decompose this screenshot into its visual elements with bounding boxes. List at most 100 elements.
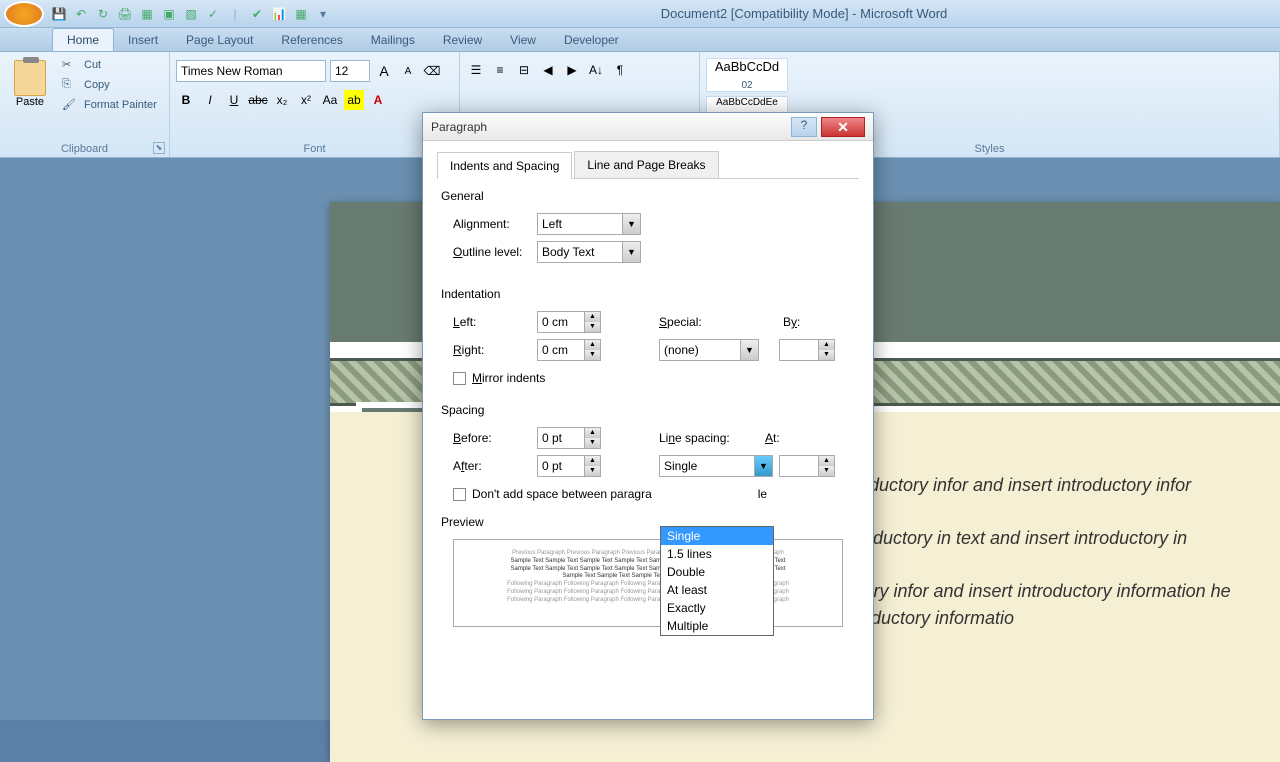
before-label: Before:: [453, 431, 537, 445]
subscript-button[interactable]: x₂: [272, 90, 292, 110]
tab-indents-spacing[interactable]: Indents and Spacing: [437, 152, 572, 179]
undo-icon[interactable]: ↶: [72, 5, 90, 23]
brush-icon: 🖌: [62, 98, 78, 112]
tab-review[interactable]: Review: [429, 29, 496, 51]
spin-down-icon: ▼: [818, 466, 834, 476]
dialog-titlebar[interactable]: Paragraph ? ✕: [423, 113, 873, 141]
expand-icon[interactable]: ⬊: [153, 142, 165, 154]
dialog-title: Paragraph: [431, 120, 791, 134]
preview-icon[interactable]: ▦: [138, 5, 156, 23]
indent-increase-icon[interactable]: ▶: [562, 60, 582, 80]
superscript-button[interactable]: x²: [296, 90, 316, 110]
redo-icon[interactable]: ↻: [94, 5, 112, 23]
chevron-down-icon: ▼: [622, 214, 640, 234]
dropdown-option[interactable]: Single: [661, 527, 773, 545]
tab-page-layout[interactable]: Page Layout: [172, 29, 267, 51]
shrink-font-icon[interactable]: A: [398, 61, 418, 81]
tab-mailings[interactable]: Mailings: [357, 29, 429, 51]
special-label: Special:: [659, 315, 721, 329]
save-icon[interactable]: 💾: [50, 5, 68, 23]
mirror-checkbox[interactable]: [453, 372, 466, 385]
mirror-label: Mirror indents: [472, 371, 545, 385]
paragraph-dialog: Paragraph ? ✕ Indents and Spacing Line a…: [422, 112, 874, 720]
chevron-down-icon: ▼: [622, 242, 640, 262]
cut-button[interactable]: ✂Cut: [58, 56, 161, 74]
sep: |: [226, 5, 244, 23]
qat-icon[interactable]: ▧: [182, 5, 200, 23]
copy-button[interactable]: ⎘Copy: [58, 76, 161, 94]
at-label: At:: [765, 431, 795, 445]
tab-insert[interactable]: Insert: [114, 29, 172, 51]
dropdown-option[interactable]: Exactly: [661, 599, 773, 617]
before-input[interactable]: 0 pt▲▼: [537, 427, 601, 449]
outline-select[interactable]: Body Text▼: [537, 241, 641, 263]
chevron-down-icon: ▼: [740, 340, 758, 360]
bold-button[interactable]: B: [176, 90, 196, 110]
by-input[interactable]: ▲▼: [779, 339, 835, 361]
dropdown-option[interactable]: Multiple: [661, 617, 773, 635]
grow-font-icon[interactable]: A: [374, 61, 394, 81]
strikethrough-button[interactable]: abc: [248, 90, 268, 110]
qat-icon[interactable]: ▣: [160, 5, 178, 23]
spin-up-icon: ▲: [584, 456, 600, 466]
font-size-select[interactable]: [330, 60, 370, 82]
section-general: General: [441, 189, 859, 203]
highlight-button[interactable]: ab: [344, 90, 364, 110]
paste-icon: [14, 60, 46, 96]
dropdown-option[interactable]: At least: [661, 581, 773, 599]
chart-icon[interactable]: 📊: [270, 5, 288, 23]
alignment-label: Alignment:: [453, 217, 537, 231]
italic-button[interactable]: I: [200, 90, 220, 110]
after-label: After:: [453, 459, 537, 473]
indent-decrease-icon[interactable]: ◀: [538, 60, 558, 80]
clear-format-icon[interactable]: ⌫: [422, 61, 442, 81]
font-family-select[interactable]: [176, 60, 326, 82]
chevron-down-icon: ▼: [754, 456, 772, 476]
quick-access-toolbar: 💾 ↶ ↻ 🖨 ▦ ▣ ▧ ✓ | ✔ 📊 ▦ ▾: [50, 5, 332, 23]
tab-references[interactable]: References: [267, 29, 356, 51]
right-indent-input[interactable]: 0 cm▲▼: [537, 339, 601, 361]
qat-more-icon[interactable]: ▾: [314, 5, 332, 23]
tab-home[interactable]: Home: [52, 28, 114, 51]
change-case-button[interactable]: Aa: [320, 90, 340, 110]
multilevel-icon[interactable]: ⊟: [514, 60, 534, 80]
underline-button[interactable]: U: [224, 90, 244, 110]
dropdown-option[interactable]: Double: [661, 563, 773, 581]
dropdown-option[interactable]: 1.5 lines: [661, 545, 773, 563]
line-spacing-select[interactable]: Single▼: [659, 455, 773, 477]
section-preview: Preview: [441, 515, 859, 529]
help-button[interactable]: ?: [791, 117, 817, 137]
section-indentation: Indentation: [441, 287, 859, 301]
numbering-icon[interactable]: ≡: [490, 60, 510, 80]
paste-button[interactable]: Paste: [6, 56, 54, 114]
format-painter-button[interactable]: 🖌Format Painter: [58, 96, 161, 114]
close-button[interactable]: ✕: [821, 117, 865, 137]
font-color-button[interactable]: A: [368, 90, 388, 110]
after-input[interactable]: 0 pt▲▼: [537, 455, 601, 477]
tab-developer[interactable]: Developer: [550, 29, 633, 51]
at-input[interactable]: ▲▼: [779, 455, 835, 477]
by-label: By:: [783, 315, 823, 329]
sort-icon[interactable]: A↓: [586, 60, 606, 80]
dont-add-checkbox[interactable]: [453, 488, 466, 501]
special-select[interactable]: (none)▼: [659, 339, 759, 361]
style-item[interactable]: AaBbCcDd02: [706, 58, 788, 92]
check-icon[interactable]: ✔: [248, 5, 266, 23]
print-icon[interactable]: 🖨: [116, 5, 134, 23]
tab-view[interactable]: View: [496, 29, 550, 51]
show-marks-icon[interactable]: ¶: [610, 60, 630, 80]
bullets-icon[interactable]: ☰: [466, 60, 486, 80]
copy-icon: ⎘: [62, 78, 78, 92]
spin-up-icon: ▲: [584, 428, 600, 438]
office-button[interactable]: [4, 1, 44, 27]
apps-icon[interactable]: ▦: [292, 5, 310, 23]
tab-line-breaks[interactable]: Line and Page Breaks: [574, 151, 718, 178]
left-indent-input[interactable]: 0 cm▲▼: [537, 311, 601, 333]
dialog-tabs: Indents and Spacing Line and Page Breaks: [437, 151, 859, 179]
right-label: Right:: [453, 343, 537, 357]
alignment-select[interactable]: Left▼: [537, 213, 641, 235]
dont-add-label: Don't add space between paragra: [472, 487, 652, 501]
dialog-body: Indents and Spacing Line and Page Breaks…: [423, 141, 873, 719]
spin-down-icon: ▼: [584, 322, 600, 332]
spellcheck-icon[interactable]: ✓: [204, 5, 222, 23]
